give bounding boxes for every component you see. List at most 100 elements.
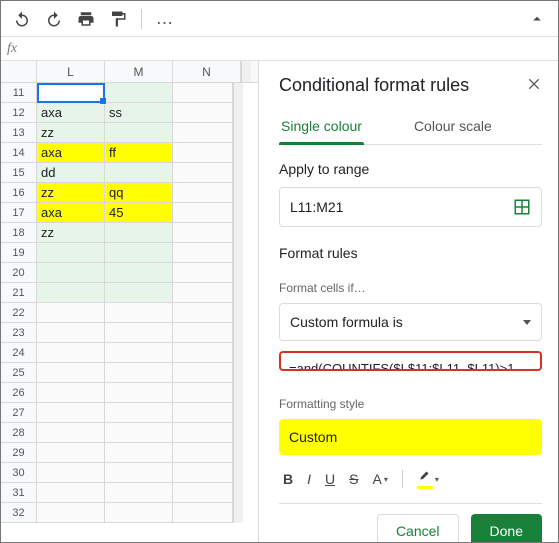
cell-L21[interactable] — [37, 283, 105, 303]
cell-L32[interactable] — [37, 503, 105, 523]
cell-M12[interactable]: ss — [105, 103, 173, 123]
undo-button[interactable] — [9, 6, 35, 32]
cell-N20[interactable] — [173, 263, 233, 283]
style-preview[interactable]: Custom — [279, 419, 542, 455]
row-header[interactable]: 21 — [1, 283, 37, 303]
redo-button[interactable] — [41, 6, 67, 32]
row-header[interactable]: 11 — [1, 83, 37, 103]
cell-N17[interactable] — [173, 203, 233, 223]
cell-L13[interactable]: zz — [37, 123, 105, 143]
cell-M31[interactable] — [105, 483, 173, 503]
cell-L26[interactable] — [37, 383, 105, 403]
row-header[interactable]: 13 — [1, 123, 37, 143]
cell-N29[interactable] — [173, 443, 233, 463]
cell-L14[interactable]: axa — [37, 143, 105, 163]
cell-N15[interactable] — [173, 163, 233, 183]
cell-M22[interactable] — [105, 303, 173, 323]
cancel-button[interactable]: Cancel — [377, 514, 459, 542]
cell-L16[interactable]: zz — [37, 183, 105, 203]
cell-M24[interactable] — [105, 343, 173, 363]
row-header[interactable]: 25 — [1, 363, 37, 383]
cell-M30[interactable] — [105, 463, 173, 483]
cell-L17[interactable]: axa — [37, 203, 105, 223]
bold-button[interactable]: B — [283, 471, 293, 487]
cell-M29[interactable] — [105, 443, 173, 463]
range-input[interactable]: L11:M21 — [279, 187, 542, 227]
cell-N23[interactable] — [173, 323, 233, 343]
paint-format-button[interactable] — [105, 6, 131, 32]
done-button[interactable]: Done — [471, 514, 542, 542]
cell-M23[interactable] — [105, 323, 173, 343]
corner-cell[interactable] — [1, 61, 37, 82]
row-header[interactable]: 32 — [1, 503, 37, 523]
cell-M21[interactable] — [105, 283, 173, 303]
grid-icon[interactable] — [513, 198, 531, 216]
row-header[interactable]: 29 — [1, 443, 37, 463]
strike-button[interactable]: S — [349, 471, 358, 487]
formula-input[interactable]: =and(COUNTIFS($L$11:$L11, $L11)>1, — [279, 351, 542, 371]
cell-N21[interactable] — [173, 283, 233, 303]
cell-N26[interactable] — [173, 383, 233, 403]
cell-N27[interactable] — [173, 403, 233, 423]
cell-N32[interactable] — [173, 503, 233, 523]
cell-M32[interactable] — [105, 503, 173, 523]
cell-N28[interactable] — [173, 423, 233, 443]
row-header[interactable]: 22 — [1, 303, 37, 323]
cell-M25[interactable] — [105, 363, 173, 383]
italic-button[interactable]: I — [307, 471, 311, 487]
row-header[interactable]: 28 — [1, 423, 37, 443]
cell-N12[interactable] — [173, 103, 233, 123]
cell-N14[interactable] — [173, 143, 233, 163]
grid[interactable]: 1112axass13zz14axaff15dd16zzqq17axa4518z… — [1, 83, 258, 523]
cell-L23[interactable] — [37, 323, 105, 343]
cell-L22[interactable] — [37, 303, 105, 323]
close-button[interactable] — [526, 76, 542, 95]
cell-M20[interactable] — [105, 263, 173, 283]
print-button[interactable] — [73, 6, 99, 32]
cell-N16[interactable] — [173, 183, 233, 203]
cell-M16[interactable]: qq — [105, 183, 173, 203]
cell-L11[interactable] — [37, 83, 105, 103]
cell-M11[interactable] — [105, 83, 173, 103]
row-header[interactable]: 27 — [1, 403, 37, 423]
row-header[interactable]: 14 — [1, 143, 37, 163]
cell-N18[interactable] — [173, 223, 233, 243]
col-header-L[interactable]: L — [37, 61, 105, 82]
row-header[interactable]: 18 — [1, 223, 37, 243]
row-header[interactable]: 23 — [1, 323, 37, 343]
tab-single-colour[interactable]: Single colour — [279, 110, 364, 144]
underline-button[interactable]: U — [325, 471, 335, 487]
row-header[interactable]: 16 — [1, 183, 37, 203]
row-header[interactable]: 30 — [1, 463, 37, 483]
cell-N19[interactable] — [173, 243, 233, 263]
cell-M18[interactable] — [105, 223, 173, 243]
cell-L15[interactable]: dd — [37, 163, 105, 183]
cell-M17[interactable]: 45 — [105, 203, 173, 223]
text-color-button[interactable]: A▾ — [372, 471, 387, 487]
collapse-button[interactable] — [524, 6, 550, 32]
cell-M28[interactable] — [105, 423, 173, 443]
cell-M14[interactable]: ff — [105, 143, 173, 163]
cell-L20[interactable] — [37, 263, 105, 283]
cell-L12[interactable]: axa — [37, 103, 105, 123]
cell-N11[interactable] — [173, 83, 233, 103]
cell-L31[interactable] — [37, 483, 105, 503]
cell-N22[interactable] — [173, 303, 233, 323]
formula-bar[interactable]: fx — [1, 37, 558, 61]
tab-colour-scale[interactable]: Colour scale — [412, 110, 494, 144]
cell-L19[interactable] — [37, 243, 105, 263]
cell-L29[interactable] — [37, 443, 105, 463]
row-header[interactable]: 26 — [1, 383, 37, 403]
cell-M19[interactable] — [105, 243, 173, 263]
cell-N30[interactable] — [173, 463, 233, 483]
row-header[interactable]: 31 — [1, 483, 37, 503]
cell-L30[interactable] — [37, 463, 105, 483]
row-header[interactable]: 15 — [1, 163, 37, 183]
cell-L18[interactable]: zz — [37, 223, 105, 243]
cell-L24[interactable] — [37, 343, 105, 363]
cell-N24[interactable] — [173, 343, 233, 363]
condition-select[interactable]: Custom formula is — [279, 303, 542, 341]
row-header[interactable]: 20 — [1, 263, 37, 283]
cell-M27[interactable] — [105, 403, 173, 423]
cell-N13[interactable] — [173, 123, 233, 143]
